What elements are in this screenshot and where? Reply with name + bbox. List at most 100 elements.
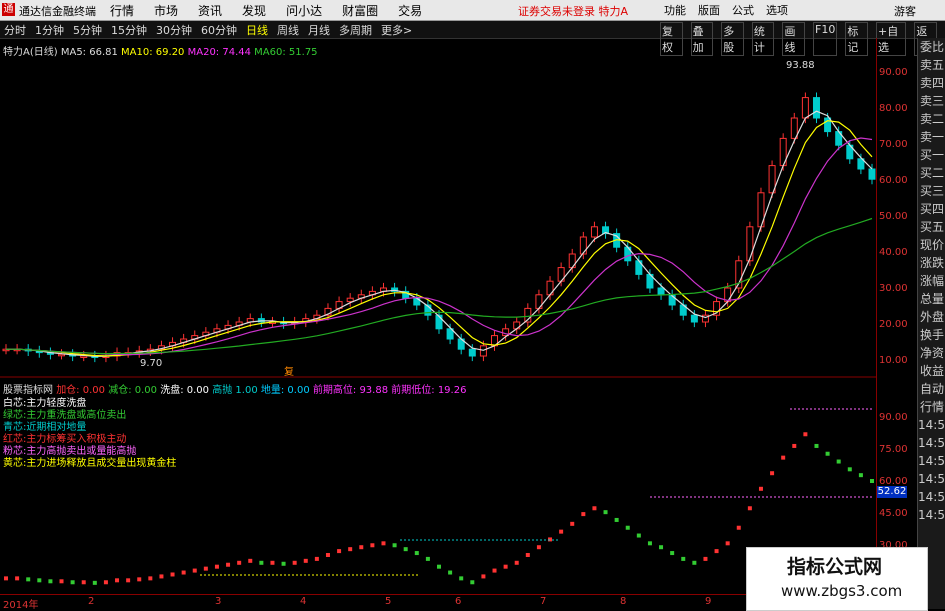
indicator-bar xyxy=(803,432,808,437)
main-chart-info: 特力A(日线) MA5: 66.81 MA10: 69.20 MA20: 74.… xyxy=(3,43,318,58)
indicator-bar xyxy=(814,443,819,448)
side-item[interactable]: 行情 xyxy=(918,398,945,416)
legend-row: 粉芯:主力高抛卖出或量能高抛 xyxy=(3,446,137,457)
side-item[interactable]: 卖二 xyxy=(918,110,945,128)
time-label: 8 xyxy=(620,596,627,607)
ma5-value: MA5: 66.81 xyxy=(60,47,118,58)
guest-label[interactable]: 游客 xyxy=(894,3,916,19)
indicator-bar xyxy=(314,556,319,561)
axis-label: 60.00 xyxy=(879,175,908,186)
indicator-bar xyxy=(425,556,430,561)
indicator-bar xyxy=(603,510,608,515)
high-mark: 93.88 xyxy=(786,60,815,71)
axis-label: 45.00 xyxy=(879,508,908,519)
axis-label: 40.00 xyxy=(879,247,908,258)
axis-label: 20.00 xyxy=(879,319,908,330)
indicator-bar xyxy=(81,580,86,585)
side-item[interactable]: 净资 xyxy=(918,344,945,362)
side-item[interactable]: 委比 xyxy=(918,38,945,56)
side-time: 14:50 xyxy=(918,436,945,450)
indicator-bar xyxy=(592,506,597,511)
indicator-bar xyxy=(370,543,375,548)
time-label: 2 xyxy=(88,596,95,607)
side-item[interactable]: 卖四 xyxy=(918,74,945,92)
indicator-bar xyxy=(92,580,97,585)
candle-body xyxy=(657,287,665,296)
indicator-bar xyxy=(503,564,508,569)
indicator-bar xyxy=(525,553,530,557)
time-label: 9 xyxy=(705,596,712,607)
side-item[interactable]: 买二 xyxy=(918,164,945,182)
side-item[interactable]: 卖三 xyxy=(918,92,945,110)
indicator-bar xyxy=(359,545,364,550)
quote-side-panel: 委比 卖五 卖四 卖三 卖二 卖一 买一 买二 买三 买四 买五 现价 涨跌 涨… xyxy=(917,38,945,609)
candle-body xyxy=(690,314,698,323)
indicator-bar xyxy=(714,549,719,554)
ma60-value: MA60: 51.75 xyxy=(254,47,318,58)
indicator-bar xyxy=(15,576,20,581)
indicator-bar xyxy=(4,576,8,581)
side-item[interactable]: 买一 xyxy=(918,146,945,164)
side-time: 14:50 xyxy=(918,490,945,504)
indicator-bar xyxy=(126,578,131,583)
side-item[interactable]: 卖五 xyxy=(918,56,945,74)
indicator-bar xyxy=(192,568,197,573)
time-label: 3 xyxy=(215,596,222,607)
indicator-bar xyxy=(103,580,108,585)
low-mark: 9.70 xyxy=(140,358,162,369)
side-item[interactable]: 买五 xyxy=(918,218,945,236)
time-axis: 2014年 2 3 4 5 6 7 8 9 10 xyxy=(0,594,876,611)
candle-body xyxy=(579,236,587,255)
indicator-bar xyxy=(747,506,752,511)
legend-row: 黄芯:主力进场释放且成交量出现黄金柱 xyxy=(3,458,177,469)
price-axis: 90.00 80.00 70.00 60.00 50.00 40.00 30.0… xyxy=(876,38,917,591)
side-item[interactable]: 换手 xyxy=(918,326,945,344)
candle-body xyxy=(346,297,354,303)
indicator-bar xyxy=(115,578,120,583)
time-label: 4 xyxy=(300,596,307,607)
side-item[interactable]: 外盘 xyxy=(918,308,945,326)
indicator-wash: 洗盘: 0.00 xyxy=(160,385,210,396)
indicator-bar xyxy=(337,549,342,554)
indicator-bar xyxy=(647,541,652,546)
side-item[interactable]: 收益 xyxy=(918,362,945,380)
side-item[interactable]: 涨跌 xyxy=(918,254,945,272)
side-item[interactable]: 自动 xyxy=(918,380,945,398)
indicator-bar xyxy=(259,560,264,565)
kline-chart[interactable]: 93.88 9.70 复 xyxy=(0,0,876,594)
indicator-legend: 白芯:主力轻度洗盘 绿芯:主力重洗盘或高位卖出 青芯:近期相对地量 红芯:主力标… xyxy=(3,398,176,470)
candle-body xyxy=(435,314,443,330)
indicator-bar xyxy=(414,551,419,556)
indicator-bar xyxy=(470,580,475,585)
indicator-bar xyxy=(381,541,386,546)
candle-body xyxy=(80,355,88,358)
ma20-value: MA20: 74.44 xyxy=(187,47,251,58)
indicator-bar xyxy=(48,579,53,584)
indicator-bar xyxy=(203,566,208,571)
axis-label: 30.00 xyxy=(879,283,908,294)
indicator-bar xyxy=(403,547,408,552)
side-time: 14:50 xyxy=(918,508,945,522)
indicator-bar xyxy=(758,486,763,491)
ma10-value: MA10: 69.20 xyxy=(121,47,185,58)
indicator-bar xyxy=(614,517,619,522)
indicator-bar xyxy=(681,556,686,561)
side-item[interactable]: 买三 xyxy=(918,182,945,200)
axis-label: 10.00 xyxy=(879,355,908,366)
candle-body xyxy=(812,97,820,119)
indicator-bar xyxy=(325,553,330,557)
indicator-bar xyxy=(703,556,708,561)
side-item[interactable]: 总量 xyxy=(918,290,945,308)
indicator-bar xyxy=(214,564,219,569)
indicator-bar xyxy=(514,560,519,565)
indicator-bar xyxy=(870,479,874,483)
time-label: 5 xyxy=(385,596,392,607)
indicator-bar xyxy=(625,525,630,530)
candle-body xyxy=(868,168,876,180)
side-item[interactable]: 卖一 xyxy=(918,128,945,146)
side-item[interactable]: 买四 xyxy=(918,200,945,218)
indicator-prev-high: 前期高位: 93.88 xyxy=(312,385,389,396)
indicator-name: 股票指标网 xyxy=(3,385,53,396)
side-item[interactable]: 现价 xyxy=(918,236,945,254)
side-item[interactable]: 涨幅 xyxy=(918,272,945,290)
